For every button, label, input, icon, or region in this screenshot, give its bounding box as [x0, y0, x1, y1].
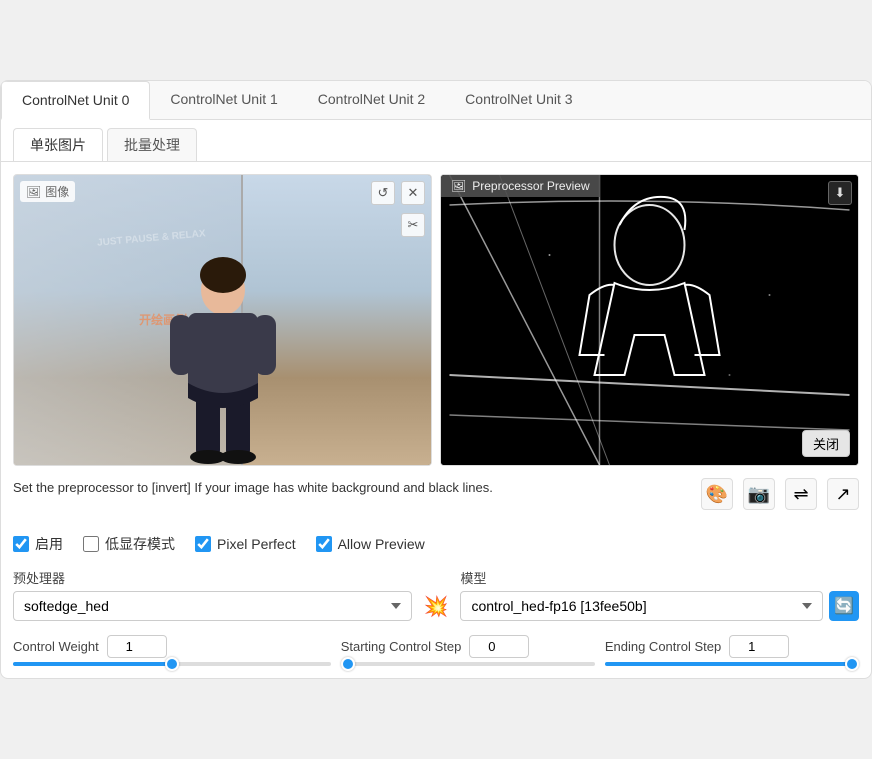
control-weight-slider[interactable]	[13, 662, 331, 666]
preprocessor-label: 预处理器	[13, 568, 412, 587]
ending-step-label: Ending Control Step	[605, 639, 721, 654]
left-panel-header: 🖼 图像	[20, 181, 75, 202]
preview-header-label: Preprocessor Preview	[472, 179, 589, 193]
right-preview-panel: 🖼 Preprocessor Preview ⬇	[440, 174, 859, 466]
pixel-perfect-input[interactable]	[195, 536, 211, 552]
tab-unit-0[interactable]: ControlNet Unit 0	[1, 81, 150, 120]
left-panel-controls: ↺ ✕	[371, 181, 425, 205]
info-actions-row: Set the preprocessor to [invert] If your…	[13, 478, 859, 522]
pixel-perfect-label: Pixel Perfect	[217, 536, 296, 552]
preview-header-icon: 🖼	[451, 179, 466, 193]
low-vram-input[interactable]	[83, 536, 99, 552]
enable-label: 启用	[35, 534, 63, 554]
model-group: 模型 control_hed-fp16 [13fee50b] 🔄	[460, 568, 859, 621]
left-image-panel: 🖼 图像 ↺ ✕ JUST PAUSE & RELAX	[13, 174, 432, 466]
close-preview-button[interactable]: 关闭	[802, 430, 850, 457]
edge-preview-image	[441, 175, 858, 465]
image-icon: 🖼	[26, 185, 41, 199]
control-weight-group: Control Weight	[13, 635, 331, 666]
model-label: 模型	[460, 568, 859, 587]
ending-step-header: Ending Control Step	[605, 635, 859, 658]
pixel-perfect-checkbox[interactable]: Pixel Perfect	[195, 536, 296, 552]
sliders-section: Control Weight Starting Control Step End…	[13, 635, 859, 666]
control-weight-input[interactable]	[107, 635, 167, 658]
starting-step-input[interactable]	[469, 635, 529, 658]
starting-step-slider[interactable]	[341, 662, 595, 666]
ending-step-slider[interactable]	[605, 662, 859, 666]
starting-step-group: Starting Control Step	[341, 635, 595, 666]
preprocessor-wrapper: softedge_hed	[13, 591, 412, 621]
tab-single-image[interactable]: 单张图片	[13, 128, 103, 161]
ending-step-input[interactable]	[729, 635, 789, 658]
dropdowns-row: 预处理器 softedge_hed 💥 模型 control_hed-fp16 …	[13, 568, 859, 621]
image-section: 🖼 图像 ↺ ✕ JUST PAUSE & RELAX	[13, 174, 859, 466]
explosion-icon: 💥	[424, 594, 449, 619]
model-refresh-button[interactable]: 🔄	[829, 591, 859, 621]
inner-tabs: 单张图片 批量处理	[1, 120, 871, 162]
allow-preview-checkbox[interactable]: Allow Preview	[316, 536, 425, 552]
starting-step-label: Starting Control Step	[341, 639, 462, 654]
preview-header: 🖼 Preprocessor Preview	[441, 175, 600, 197]
checkboxes-row: 启用 低显存模式 Pixel Perfect Allow Preview	[13, 534, 859, 554]
tab-unit-1[interactable]: ControlNet Unit 1	[150, 81, 297, 119]
model-wrapper: control_hed-fp16 [13fee50b] 🔄	[460, 591, 859, 621]
ending-step-group: Ending Control Step	[605, 635, 859, 666]
low-vram-checkbox[interactable]: 低显存模式	[83, 534, 175, 554]
close-left-button[interactable]: ✕	[401, 181, 425, 205]
tabs-row: ControlNet Unit 0 ControlNet Unit 1 Cont…	[1, 81, 871, 120]
arrow-button[interactable]: ↗	[827, 478, 859, 510]
palette-button[interactable]: 🎨	[701, 478, 733, 510]
tab-unit-2[interactable]: ControlNet Unit 2	[298, 81, 445, 119]
camera-button[interactable]: 📷	[743, 478, 775, 510]
explosion-icon-container: 💥	[424, 594, 449, 621]
model-select[interactable]: control_hed-fp16 [13fee50b]	[460, 591, 823, 621]
reset-button[interactable]: ↺	[371, 181, 395, 205]
enable-input[interactable]	[13, 536, 29, 552]
source-image: JUST PAUSE & RELAX 开绘画例	[14, 175, 431, 465]
starting-step-header: Starting Control Step	[341, 635, 595, 658]
action-icons: 🎨 📷 ⇌ ↗	[701, 478, 859, 510]
download-icon: ⬇	[828, 181, 852, 205]
preprocessor-select[interactable]: softedge_hed	[13, 591, 412, 621]
enable-checkbox[interactable]: 启用	[13, 534, 63, 554]
info-text: Set the preprocessor to [invert] If your…	[13, 478, 493, 498]
controlnet-panel: ControlNet Unit 0 ControlNet Unit 1 Cont…	[0, 80, 872, 679]
tab-unit-3[interactable]: ControlNet Unit 3	[445, 81, 592, 119]
download-button[interactable]: ⬇	[828, 181, 852, 205]
scissor-button[interactable]: ✂	[401, 213, 425, 237]
content-area: 🖼 图像 ↺ ✕ JUST PAUSE & RELAX	[1, 162, 871, 678]
left-panel-label: 图像	[45, 183, 69, 200]
preprocessor-group: 预处理器 softedge_hed	[13, 568, 412, 621]
control-weight-label: Control Weight	[13, 639, 99, 654]
allow-preview-label: Allow Preview	[338, 536, 425, 552]
swap-button[interactable]: ⇌	[785, 478, 817, 510]
allow-preview-input[interactable]	[316, 536, 332, 552]
control-weight-header: Control Weight	[13, 635, 331, 658]
low-vram-label: 低显存模式	[105, 534, 175, 554]
tab-batch[interactable]: 批量处理	[107, 128, 197, 161]
